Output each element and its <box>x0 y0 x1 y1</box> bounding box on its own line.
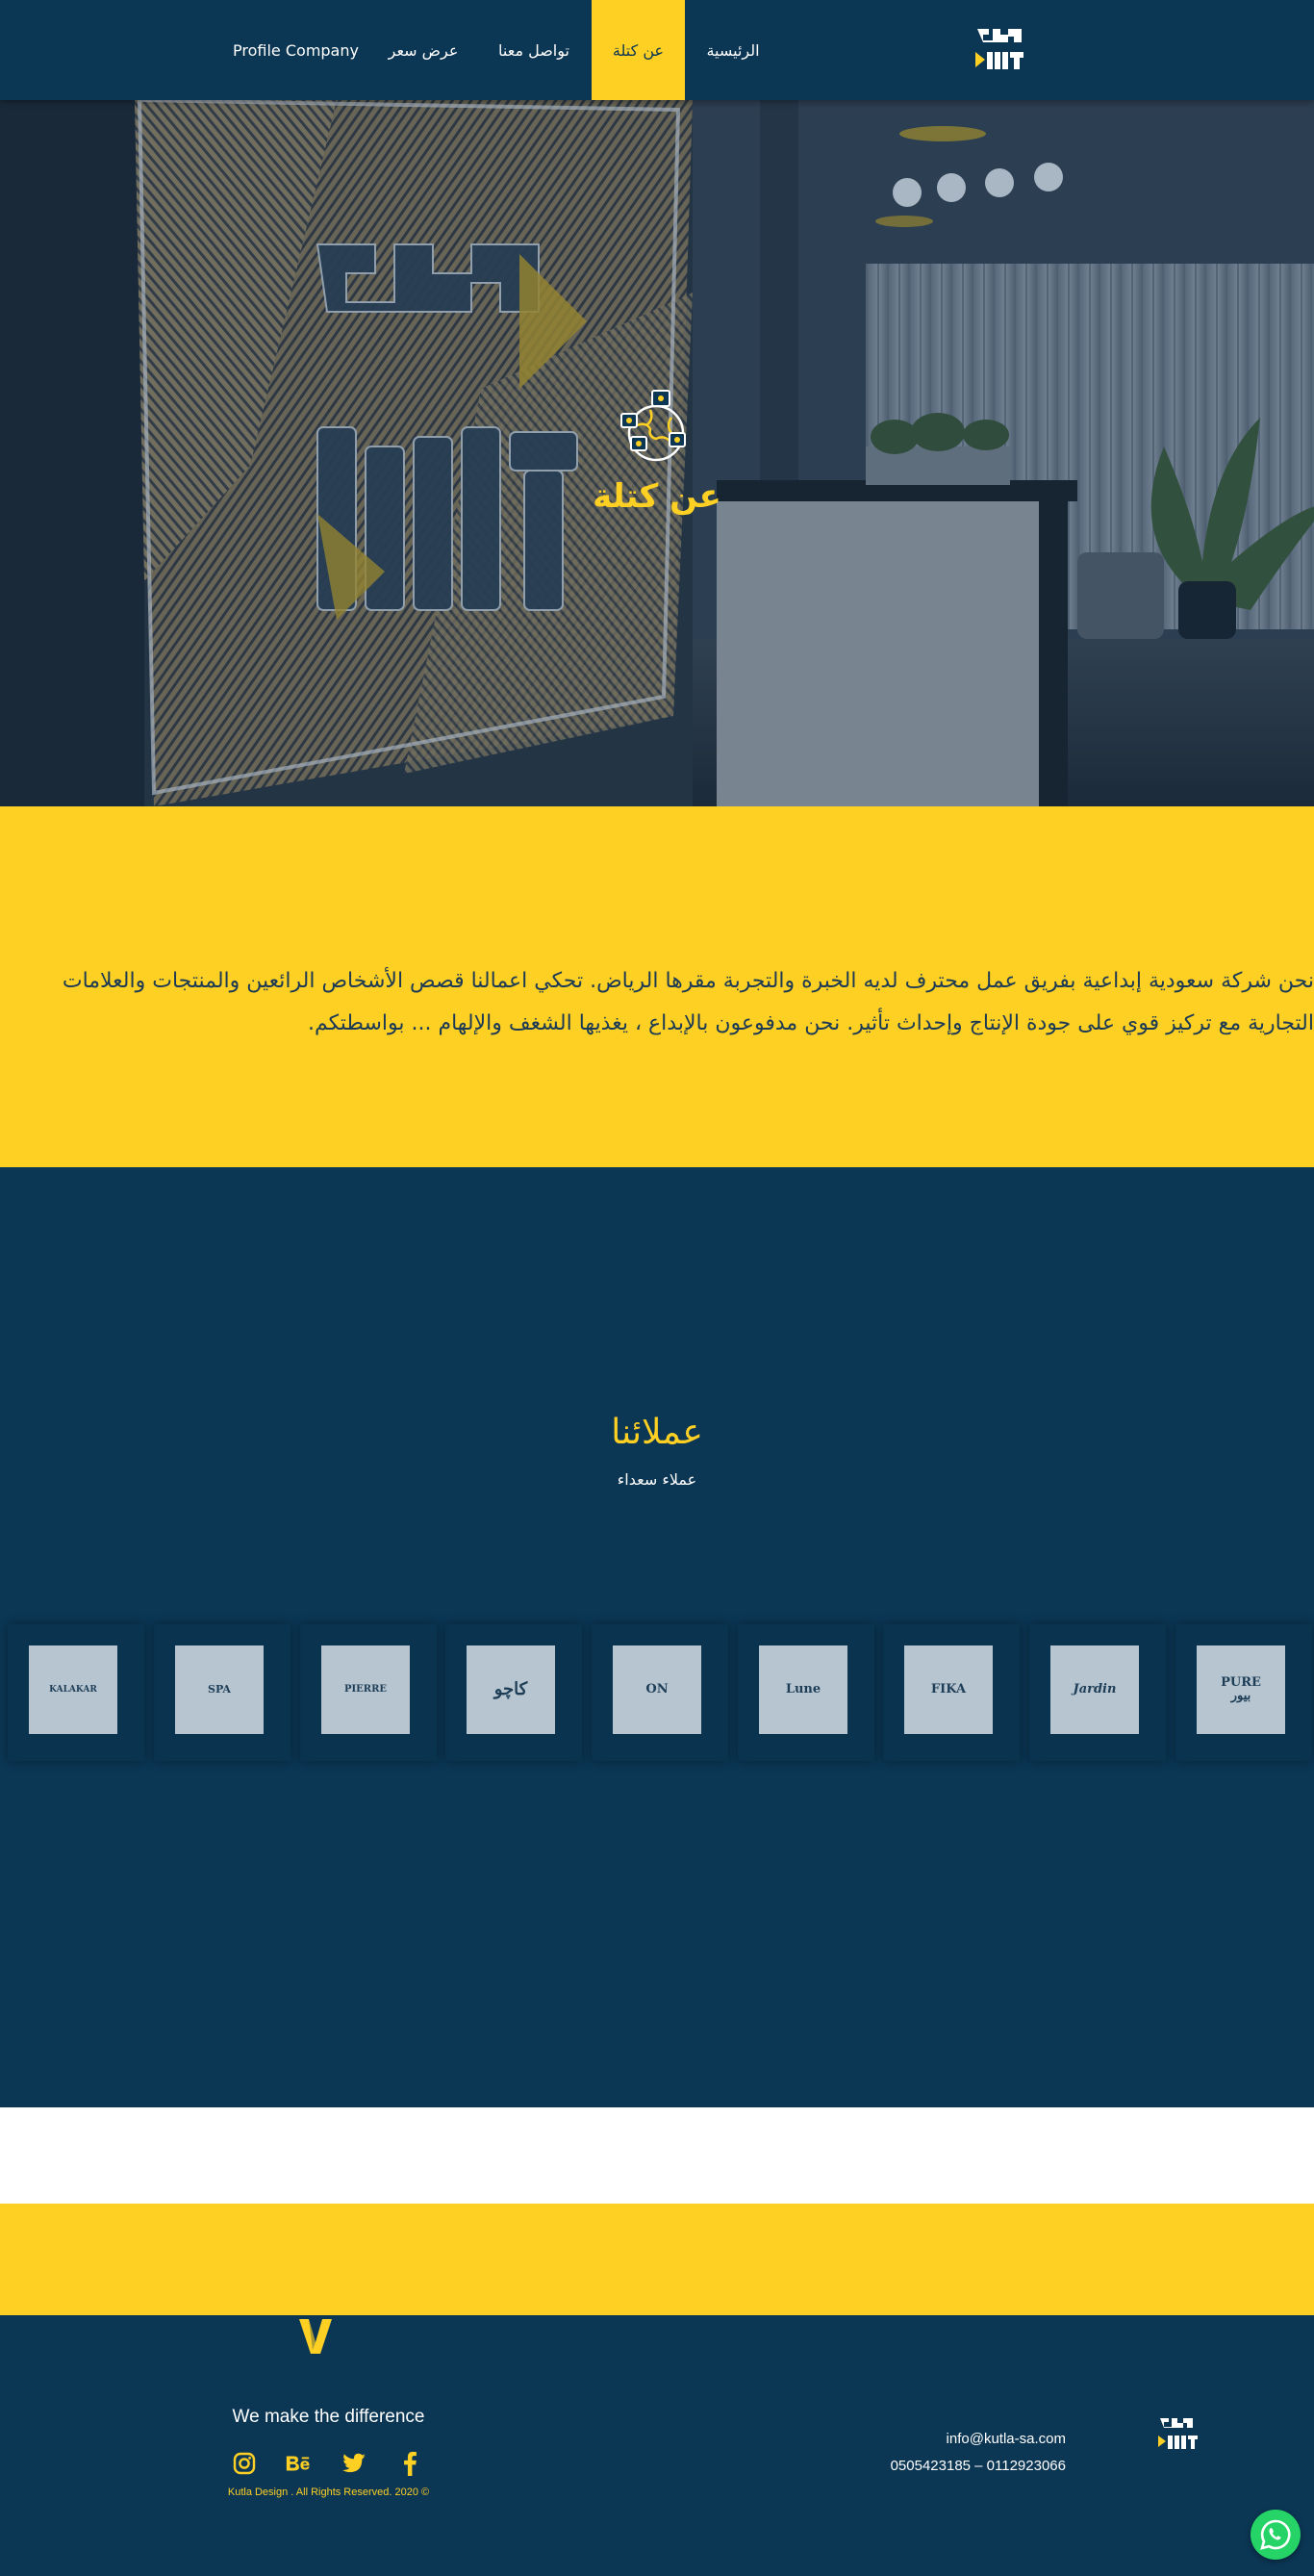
client-logo-card[interactable]: كاچو <box>445 1624 582 1761</box>
client-logo: FIKA <box>904 1645 993 1734</box>
spacer-section <box>0 2107 1314 2204</box>
contact-phone[interactable]: 0505423185 – 0112923066 <box>818 2458 1066 2474</box>
whatsapp-chat-button[interactable] <box>1251 2510 1301 2560</box>
client-logo: Jardin <box>1050 1645 1139 1734</box>
client-logo-card[interactable]: PIERRE <box>300 1624 437 1761</box>
kutla-mark-icon <box>299 2319 332 2354</box>
hero-banner: عن كتلة <box>0 100 1314 806</box>
client-logo-card[interactable]: PURE بيور <box>1175 1624 1312 1761</box>
footer-tagline: We make the difference <box>232 2407 425 2427</box>
client-logo-card[interactable]: Jardin <box>1029 1624 1166 1761</box>
client-logo-card[interactable]: SPA <box>154 1624 291 1761</box>
client-logo: كاچو <box>467 1645 555 1734</box>
kutla-logo[interactable] <box>972 23 1029 77</box>
client-logo: PIERRE <box>321 1645 410 1734</box>
client-logo: Lune <box>759 1645 847 1734</box>
site-footer: We make the difference Kutla Design . Al… <box>0 2315 1314 2576</box>
client-logo-card[interactable]: FIKA <box>883 1624 1020 1761</box>
client-logo-card[interactable]: KALAKAR <box>8 1624 144 1761</box>
whatsapp-icon <box>1260 2519 1291 2550</box>
footer-kutla-logo[interactable] <box>1156 2414 1199 2455</box>
client-logo-card[interactable]: Lune <box>738 1624 874 1761</box>
clients-section: عملائنا عملاء سعداء PURE بيور Jardin FIK… <box>0 1167 1314 2107</box>
client-logo: KALAKAR <box>29 1645 117 1734</box>
facebook-icon[interactable] <box>396 2450 423 2477</box>
nav-quote[interactable]: عرض سعر <box>375 0 471 100</box>
nav-contact[interactable]: تواصل معنا <box>481 0 587 100</box>
nav-home[interactable]: الرئيسية <box>685 0 781 100</box>
globe-network-icon <box>620 390 686 462</box>
instagram-icon[interactable] <box>231 2450 258 2477</box>
nav-about[interactable]: عن كتلة <box>592 0 685 100</box>
social-links <box>231 2450 433 2479</box>
copyright-text: Kutla Design . All Rights Reserved. 2020… <box>227 2487 430 2498</box>
client-logo: SPA <box>175 1645 264 1734</box>
about-description: نحن شركة سعودية إبداعية بفريق عمل محترف … <box>62 969 1314 1035</box>
hero-title: عن كتلة <box>593 477 721 516</box>
clients-title: عملائنا <box>611 1413 703 1452</box>
nav-profile-company[interactable]: Profile Company <box>226 0 366 100</box>
clients-subtitle: عملاء سعداء <box>617 1470 697 1489</box>
client-logo: PURE بيور <box>1197 1645 1285 1734</box>
yellow-band <box>0 2204 1314 2315</box>
client-logo-card[interactable]: ON <box>592 1624 728 1761</box>
site-header: الرئيسية عن كتلة تواصل معنا عرض سعر Prof… <box>0 0 1314 100</box>
twitter-icon[interactable] <box>341 2450 367 2477</box>
behance-icon[interactable] <box>285 2450 312 2477</box>
client-logo: ON <box>613 1645 701 1734</box>
about-section: نحن شركة سعودية إبداعية بفريق عمل محترف … <box>0 806 1314 1167</box>
contact-email[interactable]: info@kutla-sa.com <box>818 2431 1066 2447</box>
